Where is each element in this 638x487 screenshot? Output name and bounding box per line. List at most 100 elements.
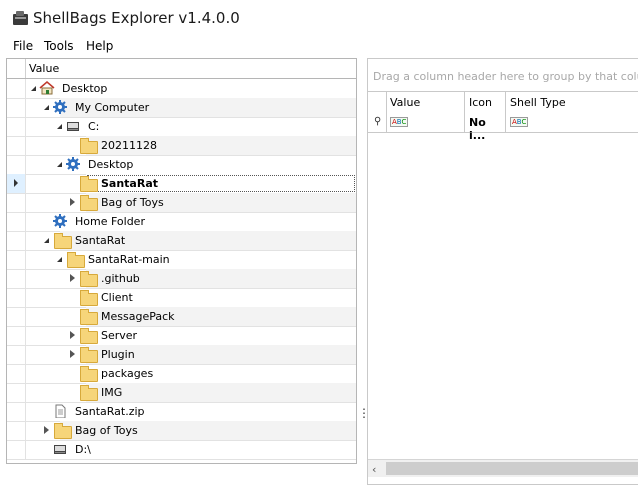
row-indicator[interactable] xyxy=(7,402,26,421)
tree-row[interactable]: MessagePack xyxy=(7,307,356,327)
tree-row[interactable]: .github xyxy=(7,269,356,289)
expand-icon[interactable] xyxy=(70,331,75,339)
expand-icon[interactable] xyxy=(70,274,75,282)
column-header-shell-type[interactable]: Shell Type xyxy=(506,92,638,112)
collapse-icon[interactable] xyxy=(44,238,49,243)
scroll-left-icon[interactable]: ‹ xyxy=(372,463,376,476)
group-by-panel[interactable]: Drag a column header here to group by th… xyxy=(368,59,638,91)
row-indicator[interactable] xyxy=(7,136,26,155)
tree-item-label: IMG xyxy=(101,386,123,399)
collapse-icon[interactable] xyxy=(31,86,36,91)
home-icon xyxy=(39,81,55,95)
scrollbar-thumb[interactable] xyxy=(386,462,638,475)
tree-item-label: SantaRat xyxy=(101,177,159,190)
tree-cell xyxy=(86,383,356,402)
row-indicator[interactable] xyxy=(7,174,26,193)
row-indicator[interactable] xyxy=(7,117,26,136)
row-indicator[interactable] xyxy=(7,307,26,326)
row-indicator[interactable] xyxy=(7,440,26,459)
filter-icon-cell[interactable]: No i... xyxy=(465,112,506,142)
folder-icon xyxy=(80,138,98,154)
column-header-icon[interactable]: Icon xyxy=(465,92,506,112)
row-indicator[interactable] xyxy=(7,79,26,98)
tree-row[interactable]: Desktop xyxy=(7,155,356,175)
folder-icon xyxy=(80,366,98,382)
row-indicator[interactable] xyxy=(7,98,26,117)
row-indicator[interactable] xyxy=(7,288,26,307)
folder-icon xyxy=(80,328,98,344)
row-indicator-header xyxy=(7,59,26,78)
horizontal-scrollbar[interactable]: ‹ xyxy=(368,459,638,477)
tree-cell xyxy=(60,440,356,459)
row-indicator[interactable] xyxy=(7,383,26,402)
group-by-hint: Drag a column header here to group by th… xyxy=(373,70,638,83)
menu-tools[interactable]: Tools xyxy=(44,39,74,53)
row-indicator[interactable] xyxy=(7,421,26,440)
tree-item-label: D:\ xyxy=(75,443,91,456)
expand-icon[interactable] xyxy=(70,198,75,206)
row-indicator[interactable] xyxy=(7,364,26,383)
tree-row[interactable]: packages xyxy=(7,364,356,384)
tree-item-label: Bag of Toys xyxy=(75,424,138,437)
filter-shell-type-cell[interactable]: ABC xyxy=(506,112,638,132)
collapse-icon[interactable] xyxy=(57,162,62,167)
tree-row[interactable]: IMG xyxy=(7,383,356,403)
folder-icon xyxy=(80,309,98,325)
grid-header: Value Icon Shell Type xyxy=(368,91,638,113)
row-indicator[interactable] xyxy=(7,250,26,269)
folder-icon xyxy=(54,423,72,439)
tree-row[interactable]: Desktop xyxy=(7,79,356,99)
tree-item-label: .github xyxy=(101,272,140,285)
menu-bar: File Tools Help xyxy=(0,36,638,56)
tree-row[interactable]: 20211128 xyxy=(7,136,356,156)
collapse-icon[interactable] xyxy=(57,257,62,262)
tree-row[interactable]: Plugin xyxy=(7,345,356,365)
tree-item-label: SantaRat-main xyxy=(88,253,170,266)
row-indicator[interactable] xyxy=(7,326,26,345)
tree-item-label: Bag of Toys xyxy=(101,196,164,209)
row-indicator[interactable] xyxy=(7,231,26,250)
tree-row[interactable]: SantaRat.zip xyxy=(7,402,356,422)
tree-row[interactable]: Client xyxy=(7,288,356,308)
text-filter-icon: ABC xyxy=(390,117,409,127)
tree-row[interactable]: C: xyxy=(7,117,356,137)
tree-item-label: SantaRat.zip xyxy=(75,405,145,418)
menu-file[interactable]: File xyxy=(13,39,33,53)
row-indicator[interactable] xyxy=(7,269,26,288)
drive-icon xyxy=(54,445,66,454)
tree-row[interactable]: SantaRat-main xyxy=(7,250,356,270)
collapse-icon[interactable] xyxy=(57,124,62,129)
tree-row[interactable]: My Computer xyxy=(7,98,356,118)
folder-icon xyxy=(80,195,98,211)
drive-icon xyxy=(67,122,79,131)
tree-row[interactable]: SantaRat xyxy=(7,174,356,194)
tree-item-label: C: xyxy=(88,120,100,133)
current-row-icon xyxy=(14,179,18,187)
collapse-icon[interactable] xyxy=(44,105,49,110)
details-grid: Drag a column header here to group by th… xyxy=(367,58,638,485)
row-indicator[interactable] xyxy=(7,212,26,231)
tree-row[interactable]: Bag of Toys xyxy=(7,193,356,213)
value-column-header[interactable]: Value xyxy=(29,62,59,75)
shellbag-tree[interactable]: Value Desktop My Computer C: 20211128 Deskto… xyxy=(6,58,357,464)
tree-row[interactable]: D:\ xyxy=(7,440,356,460)
gear-icon xyxy=(53,100,67,114)
expand-icon[interactable] xyxy=(70,350,75,358)
folder-icon xyxy=(80,385,98,401)
row-indicator[interactable] xyxy=(7,345,26,364)
menu-help[interactable]: Help xyxy=(86,39,113,53)
row-indicator[interactable] xyxy=(7,193,26,212)
tree-row[interactable]: Server xyxy=(7,326,356,346)
expand-icon[interactable] xyxy=(44,426,49,434)
tree-row[interactable]: Home Folder xyxy=(7,212,356,232)
row-indicator[interactable] xyxy=(7,155,26,174)
folder-icon xyxy=(80,176,98,192)
title-bar: ShellBags Explorer v1.4.0.0 xyxy=(0,0,638,36)
column-header-value[interactable]: Value xyxy=(386,92,465,112)
tree-row[interactable]: SantaRat xyxy=(7,231,356,251)
folder-icon xyxy=(80,347,98,363)
filter-value-cell[interactable]: ABC xyxy=(386,112,465,132)
tree-row[interactable]: Bag of Toys xyxy=(7,421,356,441)
grid-indicator-header xyxy=(368,92,387,112)
pin-icon: ⚲ xyxy=(374,116,382,127)
